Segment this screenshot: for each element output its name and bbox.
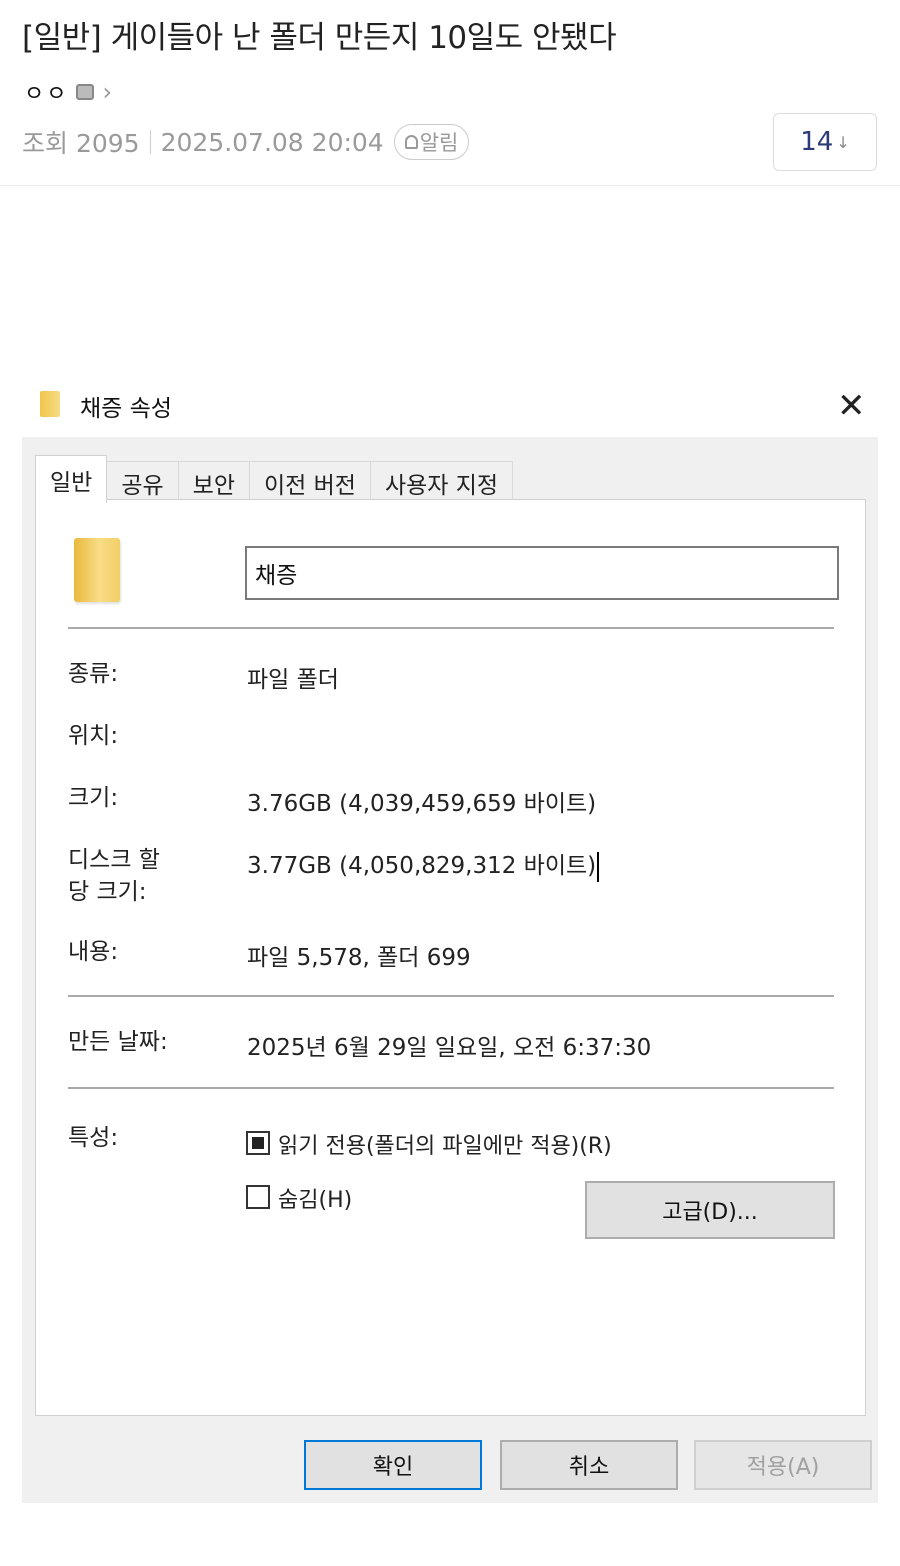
attributes-label: 특성:	[68, 1125, 119, 1151]
hidden-label[interactable]: 숨김(H)	[278, 1182, 352, 1214]
advanced-button[interactable]: 고급(D)...	[585, 1181, 835, 1239]
author-row[interactable]: ㅇㅇ ›	[24, 76, 112, 108]
dialog-title: 채증 속성	[80, 396, 172, 422]
post-datetime: 2025.07.08 20:04	[160, 127, 384, 157]
contents-label: 내용:	[68, 939, 119, 965]
author-name[interactable]: ㅇㅇ	[24, 76, 68, 108]
comment-count: 14	[800, 127, 834, 157]
post-header: [일반] 게이들아 난 폴더 만든지 10일도 안됐다 ㅇㅇ › 조회 2095…	[0, 0, 900, 186]
folder-icon	[74, 538, 120, 602]
tab-sharing[interactable]: 공유	[106, 461, 179, 503]
member-badge-icon	[76, 84, 95, 100]
alarm-label: 알림	[419, 131, 459, 155]
type-label: 종류:	[68, 661, 119, 687]
meta-divider	[149, 130, 151, 154]
divider	[68, 1087, 834, 1089]
size-label: 크기:	[68, 785, 119, 811]
view-count: 조회 2095	[22, 129, 140, 158]
disk-size-label: 디스크 할 당 크기:	[68, 847, 160, 905]
size-value: 3.76GB (4,039,459,659 바이트)	[247, 791, 597, 817]
contents-value: 파일 5,578, 폴더 699	[247, 945, 471, 971]
folder-name-input[interactable]	[245, 546, 839, 600]
disk-size-text: 3.77GB (4,050,829,312 바이트)	[247, 853, 597, 879]
close-icon[interactable]: ✕	[837, 381, 866, 431]
post-meta: 조회 2095 2025.07.08 20:04 알림	[22, 124, 470, 160]
chevron-right-icon[interactable]: ›	[102, 78, 112, 106]
comment-count-button[interactable]: 14 ↓	[773, 113, 877, 171]
folder-icon	[40, 391, 60, 417]
cancel-button[interactable]: 취소	[500, 1440, 678, 1490]
properties-dialog: 채증 속성 ✕ 일반 공유 보안 이전 버전 사용자 지정 종류: 파일 폴더 …	[22, 375, 878, 1503]
location-label: 위치:	[68, 723, 119, 749]
created-value: 2025년 6월 29일 일요일, 오전 6:37:30	[247, 1035, 652, 1061]
arrow-down-icon: ↓	[836, 132, 850, 152]
tab-customize[interactable]: 사용자 지정	[369, 461, 514, 503]
divider	[68, 995, 834, 997]
readonly-checkbox[interactable]	[246, 1131, 270, 1155]
type-value: 파일 폴더	[247, 667, 339, 693]
alarm-button[interactable]: 알림	[393, 124, 470, 160]
apply-button[interactable]: 적용(A)	[694, 1440, 872, 1490]
readonly-label[interactable]: 읽기 전용(폴더의 파일에만 적용)(R)	[278, 1128, 612, 1160]
divider	[68, 627, 834, 629]
tab-security[interactable]: 보안	[177, 461, 250, 503]
bell-icon	[404, 135, 418, 149]
tab-strip: 일반 공유 보안 이전 버전 사용자 지정	[35, 455, 514, 503]
created-label: 만든 날짜:	[68, 1029, 168, 1055]
general-tab-panel: 종류: 파일 폴더 위치: 크기: 3.76GB (4,039,459,659 …	[35, 499, 866, 1416]
disk-size-value: 3.77GB (4,050,829,312 바이트)	[247, 846, 600, 882]
tab-general[interactable]: 일반	[35, 455, 108, 503]
hidden-checkbox[interactable]	[246, 1185, 270, 1209]
ok-button[interactable]: 확인	[304, 1440, 482, 1490]
dialog-title-bar: 채증 속성 ✕	[22, 375, 878, 437]
text-caret	[597, 851, 600, 882]
post-title: [일반] 게이들아 난 폴더 만든지 10일도 안됐다	[22, 20, 617, 56]
tab-previous-versions[interactable]: 이전 버전	[248, 461, 371, 503]
dialog-body: 일반 공유 보안 이전 버전 사용자 지정 종류: 파일 폴더 위치: 크기: …	[22, 437, 878, 1503]
